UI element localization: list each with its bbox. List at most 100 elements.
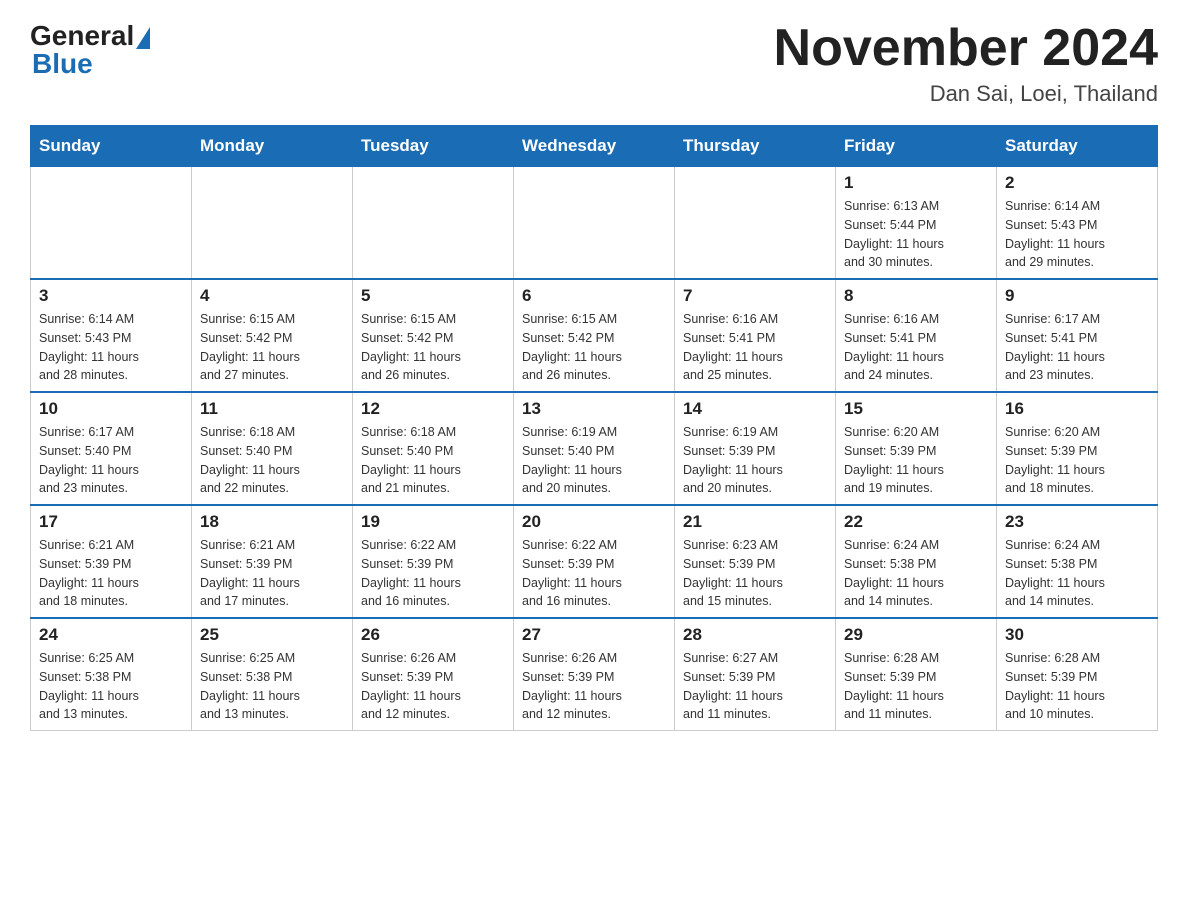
calendar-cell-w1-d4: 7 Sunrise: 6:16 AM Sunset: 5:41 PM Daylig… <box>675 279 836 392</box>
calendar-cell-w2-d5: 15 Sunrise: 6:20 AM Sunset: 5:39 PM Dayli… <box>836 392 997 505</box>
calendar-cell-w0-d4 <box>675 167 836 280</box>
weekday-header-monday: Monday <box>192 126 353 167</box>
calendar-cell-w0-d1 <box>192 167 353 280</box>
calendar-table: SundayMondayTuesdayWednesdayThursdayFrid… <box>30 125 1158 731</box>
cell-day-number: 4 <box>200 286 344 306</box>
cell-day-number: 29 <box>844 625 988 645</box>
cell-info-text: Sunrise: 6:13 AM Sunset: 5:44 PM Dayligh… <box>844 197 988 272</box>
cell-info-text: Sunrise: 6:17 AM Sunset: 5:40 PM Dayligh… <box>39 423 183 498</box>
weekday-header-row: SundayMondayTuesdayWednesdayThursdayFrid… <box>31 126 1158 167</box>
cell-day-number: 8 <box>844 286 988 306</box>
cell-day-number: 7 <box>683 286 827 306</box>
cell-info-text: Sunrise: 6:28 AM Sunset: 5:39 PM Dayligh… <box>1005 649 1149 724</box>
weekday-header-sunday: Sunday <box>31 126 192 167</box>
header: General Blue November 2024 Dan Sai, Loei… <box>30 20 1158 107</box>
cell-day-number: 12 <box>361 399 505 419</box>
weekday-header-thursday: Thursday <box>675 126 836 167</box>
calendar-cell-w3-d4: 21Sunrise: 6:23 AM Sunset: 5:39 PM Dayli… <box>675 505 836 618</box>
calendar-cell-w0-d0 <box>31 167 192 280</box>
calendar-cell-w2-d1: 11 Sunrise: 6:18 AM Sunset: 5:40 PM Dayli… <box>192 392 353 505</box>
calendar-cell-w1-d0: 3Sunrise: 6:14 AM Sunset: 5:43 PM Daylig… <box>31 279 192 392</box>
cell-info-text: Sunrise: 6:19 AM Sunset: 5:39 PM Dayligh… <box>683 423 827 498</box>
cell-info-text: Sunrise: 6:22 AM Sunset: 5:39 PM Dayligh… <box>361 536 505 611</box>
cell-info-text: Sunrise: 6:24 AM Sunset: 5:38 PM Dayligh… <box>844 536 988 611</box>
calendar-cell-w4-d4: 28Sunrise: 6:27 AM Sunset: 5:39 PM Dayli… <box>675 618 836 731</box>
cell-info-text: Sunrise: 6:14 AM Sunset: 5:43 PM Dayligh… <box>1005 197 1149 272</box>
calendar-cell-w4-d5: 29 Sunrise: 6:28 AM Sunset: 5:39 PM Dayli… <box>836 618 997 731</box>
cell-info-text: Sunrise: 6:28 AM Sunset: 5:39 PM Dayligh… <box>844 649 988 724</box>
cell-day-number: 6 <box>522 286 666 306</box>
cell-info-text: Sunrise: 6:20 AM Sunset: 5:39 PM Dayligh… <box>1005 423 1149 498</box>
cell-day-number: 28 <box>683 625 827 645</box>
calendar-cell-w2-d2: 12 Sunrise: 6:18 AM Sunset: 5:40 PM Dayli… <box>353 392 514 505</box>
cell-info-text: Sunrise: 6:21 AM Sunset: 5:39 PM Dayligh… <box>200 536 344 611</box>
cell-info-text: Sunrise: 6:15 AM Sunset: 5:42 PM Dayligh… <box>200 310 344 385</box>
cell-day-number: 16 <box>1005 399 1149 419</box>
calendar-cell-w4-d1: 25 Sunrise: 6:25 AM Sunset: 5:38 PM Dayli… <box>192 618 353 731</box>
cell-info-text: Sunrise: 6:18 AM Sunset: 5:40 PM Dayligh… <box>200 423 344 498</box>
cell-info-text: Sunrise: 6:22 AM Sunset: 5:39 PM Dayligh… <box>522 536 666 611</box>
cell-info-text: Sunrise: 6:26 AM Sunset: 5:39 PM Dayligh… <box>361 649 505 724</box>
calendar-cell-w1-d1: 4 Sunrise: 6:15 AM Sunset: 5:42 PM Daylig… <box>192 279 353 392</box>
cell-day-number: 5 <box>361 286 505 306</box>
calendar-cell-w3-d0: 17Sunrise: 6:21 AM Sunset: 5:39 PM Dayli… <box>31 505 192 618</box>
cell-info-text: Sunrise: 6:25 AM Sunset: 5:38 PM Dayligh… <box>200 649 344 724</box>
cell-info-text: Sunrise: 6:19 AM Sunset: 5:40 PM Dayligh… <box>522 423 666 498</box>
cell-day-number: 13 <box>522 399 666 419</box>
logo-text-general: General <box>30 20 134 51</box>
cell-day-number: 27 <box>522 625 666 645</box>
cell-info-text: Sunrise: 6:15 AM Sunset: 5:42 PM Dayligh… <box>522 310 666 385</box>
calendar-cell-w1-d2: 5 Sunrise: 6:15 AM Sunset: 5:42 PM Daylig… <box>353 279 514 392</box>
calendar-cell-w0-d5: 1Sunrise: 6:13 AM Sunset: 5:44 PM Daylig… <box>836 167 997 280</box>
calendar-cell-w3-d6: 23 Sunrise: 6:24 AM Sunset: 5:38 PM Dayli… <box>997 505 1158 618</box>
cell-day-number: 19 <box>361 512 505 532</box>
calendar-cell-w4-d0: 24Sunrise: 6:25 AM Sunset: 5:38 PM Dayli… <box>31 618 192 731</box>
week-row-2: 10 Sunrise: 6:17 AM Sunset: 5:40 PM Dayli… <box>31 392 1158 505</box>
cell-day-number: 10 <box>39 399 183 419</box>
cell-day-number: 30 <box>1005 625 1149 645</box>
cell-day-number: 3 <box>39 286 183 306</box>
cell-info-text: Sunrise: 6:25 AM Sunset: 5:38 PM Dayligh… <box>39 649 183 724</box>
cell-info-text: Sunrise: 6:20 AM Sunset: 5:39 PM Dayligh… <box>844 423 988 498</box>
calendar-cell-w3-d5: 22 Sunrise: 6:24 AM Sunset: 5:38 PM Dayli… <box>836 505 997 618</box>
calendar-cell-w1-d6: 9Sunrise: 6:17 AM Sunset: 5:41 PM Daylig… <box>997 279 1158 392</box>
cell-day-number: 18 <box>200 512 344 532</box>
cell-day-number: 11 <box>200 399 344 419</box>
cell-day-number: 26 <box>361 625 505 645</box>
cell-info-text: Sunrise: 6:16 AM Sunset: 5:41 PM Dayligh… <box>683 310 827 385</box>
cell-day-number: 15 <box>844 399 988 419</box>
week-row-0: 1Sunrise: 6:13 AM Sunset: 5:44 PM Daylig… <box>31 167 1158 280</box>
weekday-header-friday: Friday <box>836 126 997 167</box>
week-row-3: 17Sunrise: 6:21 AM Sunset: 5:39 PM Dayli… <box>31 505 1158 618</box>
calendar-cell-w1-d3: 6 Sunrise: 6:15 AM Sunset: 5:42 PM Daylig… <box>514 279 675 392</box>
calendar-cell-w0-d2 <box>353 167 514 280</box>
calendar-cell-w4-d6: 30 Sunrise: 6:28 AM Sunset: 5:39 PM Dayli… <box>997 618 1158 731</box>
cell-info-text: Sunrise: 6:26 AM Sunset: 5:39 PM Dayligh… <box>522 649 666 724</box>
calendar-title: November 2024 <box>774 20 1158 77</box>
cell-day-number: 14 <box>683 399 827 419</box>
week-row-4: 24Sunrise: 6:25 AM Sunset: 5:38 PM Dayli… <box>31 618 1158 731</box>
cell-day-number: 25 <box>200 625 344 645</box>
cell-info-text: Sunrise: 6:18 AM Sunset: 5:40 PM Dayligh… <box>361 423 505 498</box>
weekday-header-wednesday: Wednesday <box>514 126 675 167</box>
calendar-cell-w4-d2: 26 Sunrise: 6:26 AM Sunset: 5:39 PM Dayli… <box>353 618 514 731</box>
calendar-cell-w3-d3: 20Sunrise: 6:22 AM Sunset: 5:39 PM Dayli… <box>514 505 675 618</box>
cell-day-number: 23 <box>1005 512 1149 532</box>
calendar-cell-w2-d4: 14 Sunrise: 6:19 AM Sunset: 5:39 PM Dayli… <box>675 392 836 505</box>
cell-day-number: 22 <box>844 512 988 532</box>
logo: General Blue <box>30 20 150 80</box>
cell-info-text: Sunrise: 6:15 AM Sunset: 5:42 PM Dayligh… <box>361 310 505 385</box>
calendar-cell-w3-d2: 19 Sunrise: 6:22 AM Sunset: 5:39 PM Dayli… <box>353 505 514 618</box>
calendar-subtitle: Dan Sai, Loei, Thailand <box>774 81 1158 107</box>
title-area: November 2024 Dan Sai, Loei, Thailand <box>774 20 1158 107</box>
logo-text-blue: Blue <box>32 48 150 80</box>
cell-info-text: Sunrise: 6:21 AM Sunset: 5:39 PM Dayligh… <box>39 536 183 611</box>
calendar-cell-w4-d3: 27 Sunrise: 6:26 AM Sunset: 5:39 PM Dayli… <box>514 618 675 731</box>
calendar-cell-w0-d3 <box>514 167 675 280</box>
calendar-cell-w2-d0: 10 Sunrise: 6:17 AM Sunset: 5:40 PM Dayli… <box>31 392 192 505</box>
cell-info-text: Sunrise: 6:24 AM Sunset: 5:38 PM Dayligh… <box>1005 536 1149 611</box>
calendar-cell-w0-d6: 2 Sunrise: 6:14 AM Sunset: 5:43 PM Daylig… <box>997 167 1158 280</box>
cell-day-number: 2 <box>1005 173 1149 193</box>
cell-info-text: Sunrise: 6:16 AM Sunset: 5:41 PM Dayligh… <box>844 310 988 385</box>
week-row-1: 3Sunrise: 6:14 AM Sunset: 5:43 PM Daylig… <box>31 279 1158 392</box>
